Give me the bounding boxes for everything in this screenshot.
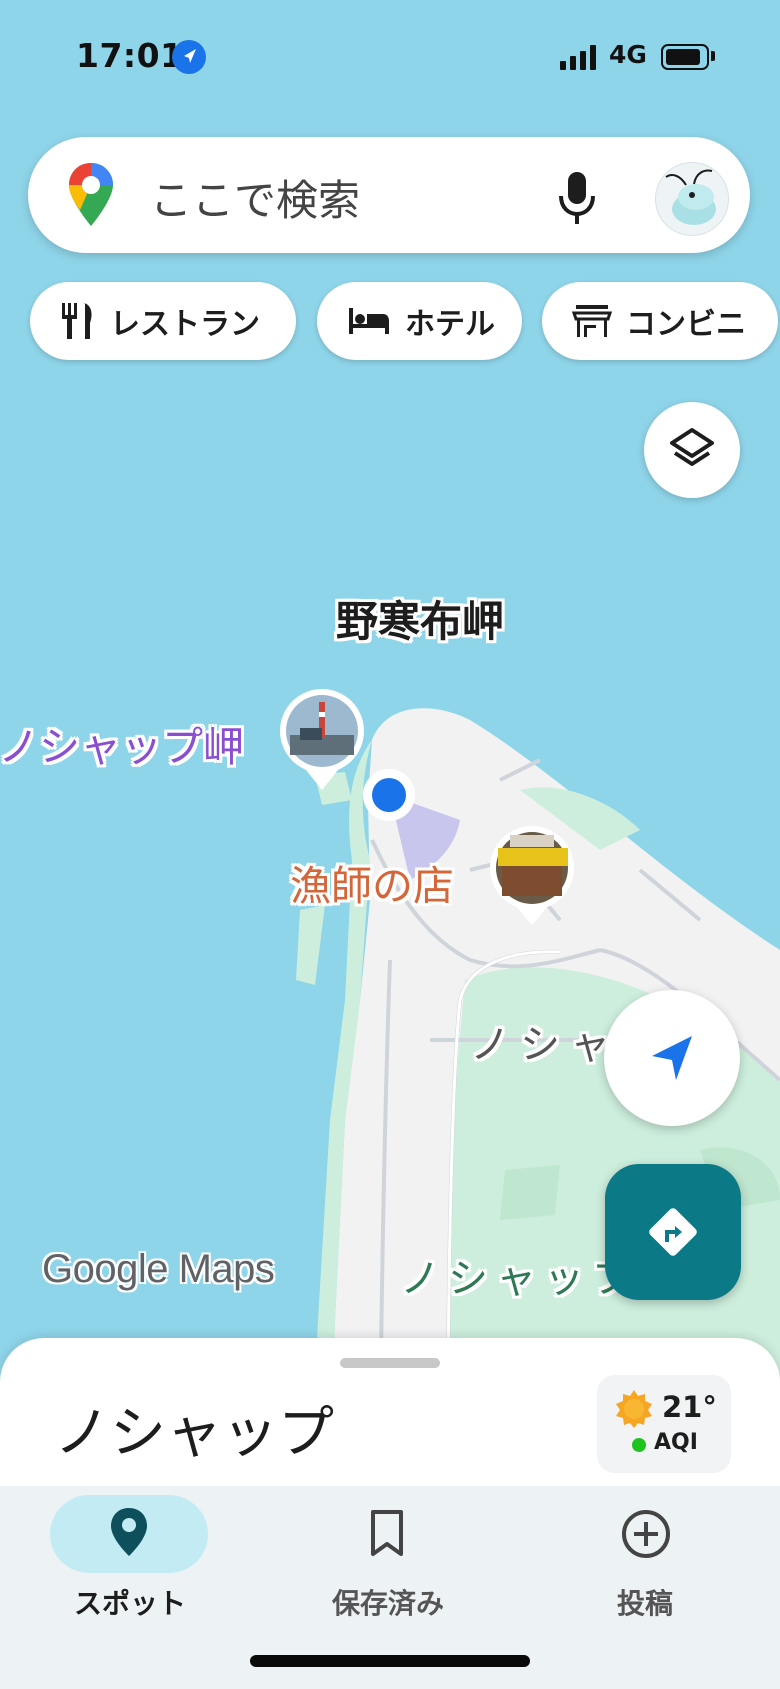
search-input[interactable]: ここで検索 (150, 167, 360, 228)
store-icon (572, 305, 612, 337)
tab-spot-label[interactable]: スポット (74, 1582, 186, 1622)
chip-restaurant[interactable]: レストラン (30, 282, 296, 360)
search-bar[interactable] (28, 137, 750, 253)
layers-button[interactable] (644, 402, 740, 498)
map-label-road-2: ノシャップ (400, 1256, 640, 1302)
navigation-arrow-icon (652, 1036, 692, 1080)
place-title: ノシャップ (54, 1401, 334, 1466)
my-location-button[interactable] (604, 990, 740, 1126)
microphone-icon[interactable] (555, 170, 599, 226)
bookmark-icon[interactable] (367, 1508, 407, 1558)
chip-hotel[interactable]: ホテル (317, 282, 522, 360)
restaurant-icon (62, 303, 92, 339)
sheet-drag-handle[interactable] (340, 1358, 440, 1368)
tab-saved-label[interactable]: 保存済み (332, 1582, 444, 1622)
chip-convenience[interactable]: コンビニ (542, 282, 778, 360)
chip-restaurant-label: レストラン (110, 307, 260, 342)
map-label-cape-main[interactable]: 野寒布岬 (336, 588, 504, 649)
location-arrow-icon (172, 40, 206, 74)
bed-icon (349, 308, 389, 334)
home-indicator[interactable] (250, 1655, 530, 1667)
network-type: 4G (609, 40, 647, 69)
chip-hotel-label: ホテル (405, 307, 495, 342)
layers-icon (670, 428, 714, 466)
aqi-status-dot (632, 1438, 646, 1452)
google-maps-watermark: Google Maps (42, 1247, 275, 1291)
status-time: 17:01 (76, 36, 184, 75)
place-pin-icon (111, 1508, 147, 1556)
temperature: 21° (662, 1390, 717, 1424)
sun-icon (616, 1390, 652, 1428)
map-label-cape-noshappu[interactable]: ノシャップ岬 (0, 713, 244, 773)
battery-icon (661, 44, 709, 70)
account-avatar[interactable] (655, 162, 729, 236)
cellular-signal-icon (560, 44, 596, 70)
chip-convenience-label: コンビニ (626, 307, 746, 342)
add-circle-icon[interactable] (620, 1508, 672, 1560)
aqi-label: AQI (654, 1430, 698, 1455)
tab-post-label[interactable]: 投稿 (617, 1582, 673, 1622)
google-maps-logo-icon (69, 163, 113, 226)
directions-button[interactable] (605, 1164, 741, 1300)
map-label-restaurant[interactable]: 漁師の店 (290, 852, 454, 912)
directions-icon (649, 1208, 697, 1256)
